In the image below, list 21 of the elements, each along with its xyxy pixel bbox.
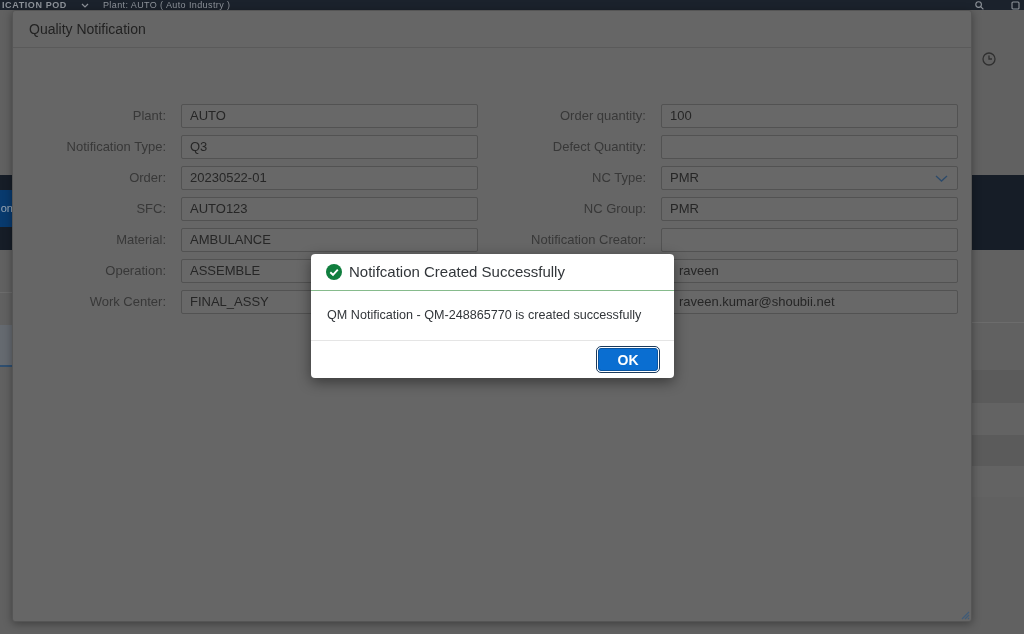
caret-icon[interactable] [80, 2, 89, 8]
input-field[interactable] [661, 228, 958, 252]
message-text: QM Notification - QM-248865770 is created successfully [327, 307, 642, 325]
resize-grip-icon[interactable] [961, 611, 970, 620]
clock-icon[interactable] [982, 52, 996, 66]
chevron-down-icon[interactable] [935, 174, 948, 182]
app-title[interactable]: ICATION POD [2, 0, 67, 10]
input-field[interactable]: 100 [661, 104, 958, 128]
dialog-title: Quality Notification [29, 19, 146, 39]
input-field[interactable]: 20230522-01 [181, 166, 478, 190]
ok-button[interactable]: OK [598, 348, 658, 371]
input-field[interactable]: AUTO123 [181, 197, 478, 221]
plant-label: Plant: AUTO ( Auto Industry ) [102, 0, 231, 10]
square-icon[interactable] [1011, 0, 1020, 10]
input-field[interactable]: AUTO [181, 104, 478, 128]
input-field[interactable]: AMBULANCE [181, 228, 478, 252]
search-icon[interactable] [975, 0, 984, 10]
input-field[interactable]: PMR [661, 197, 958, 221]
dropdown-field[interactable]: PMR [661, 166, 958, 190]
check-circle-icon [326, 264, 342, 280]
input-field[interactable]: Q3 [181, 135, 478, 159]
